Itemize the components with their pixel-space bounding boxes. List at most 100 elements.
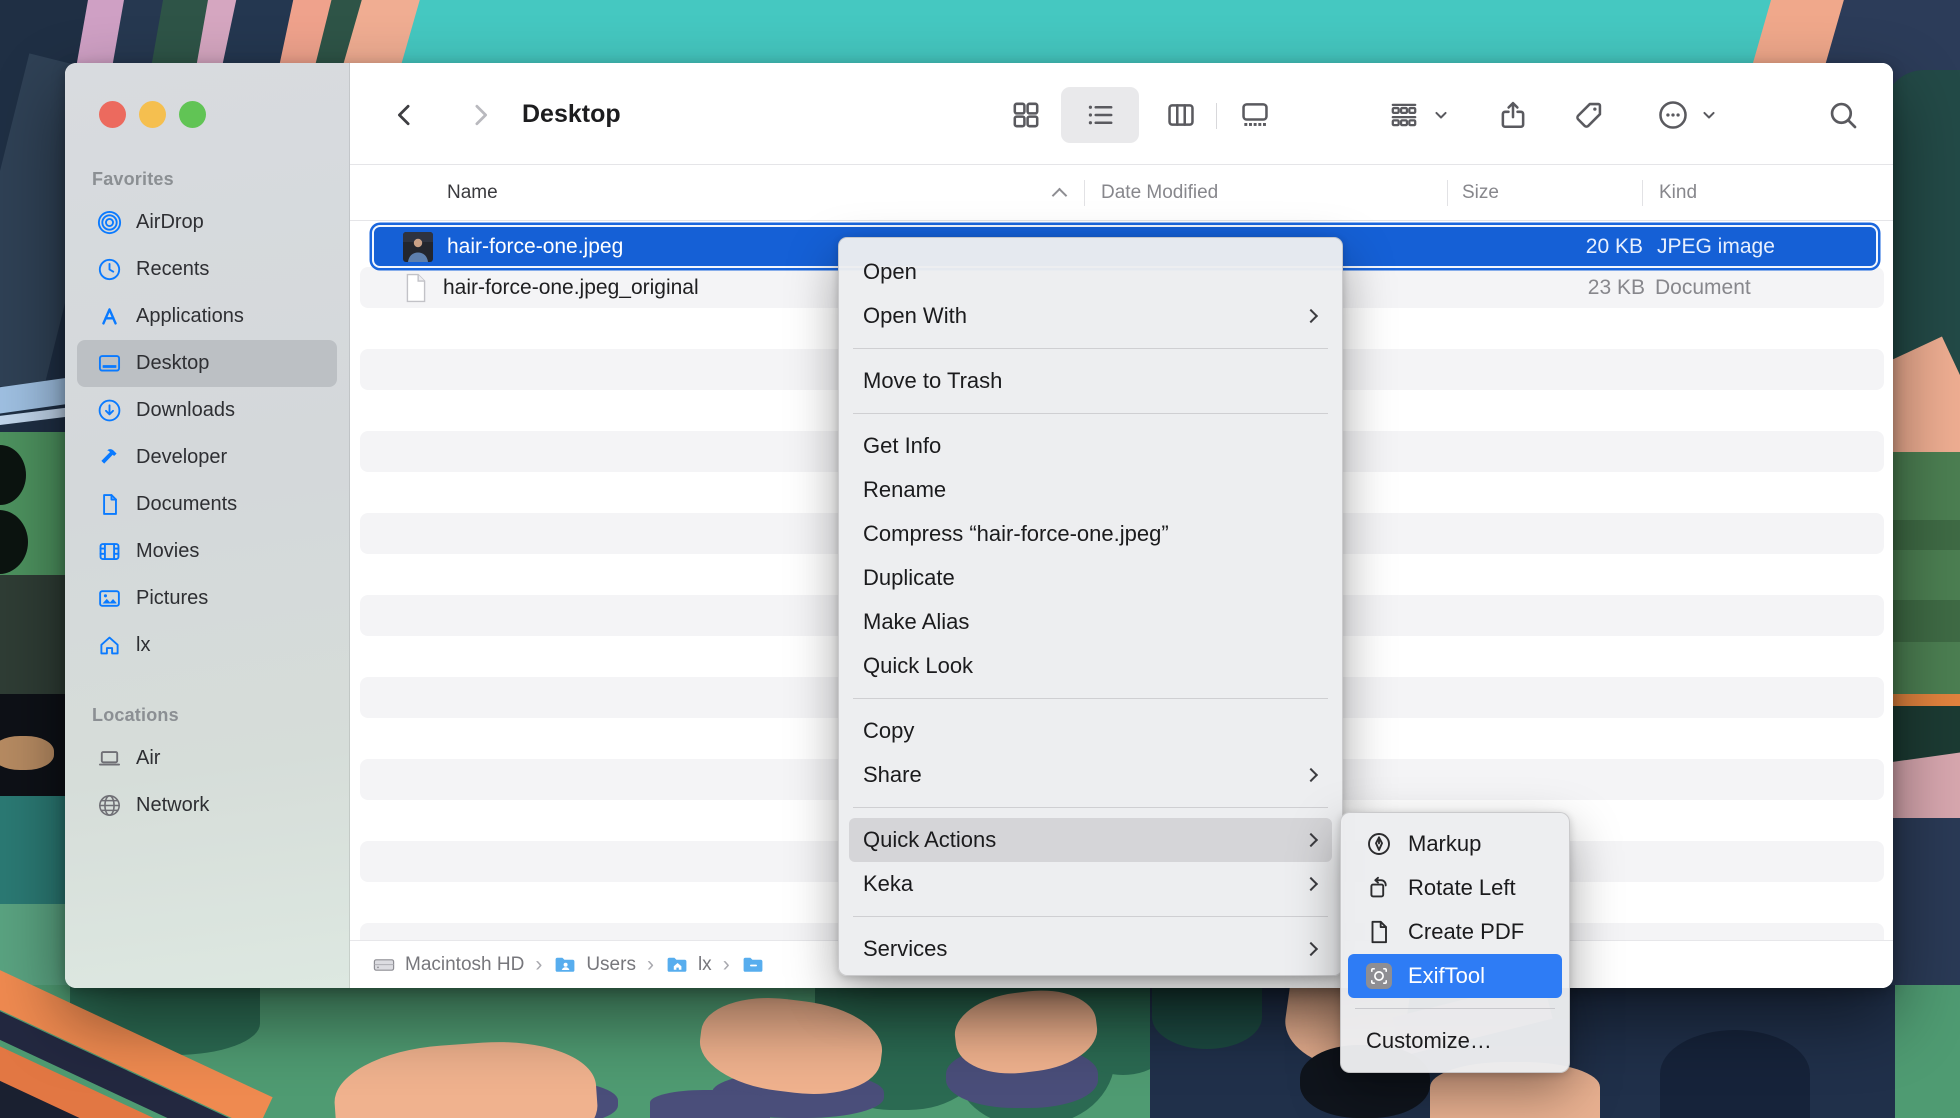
menu-item-open-with[interactable]: Open With <box>839 294 1342 338</box>
share-button[interactable] <box>1488 90 1538 140</box>
group-icon <box>1388 99 1420 131</box>
forward-button[interactable] <box>455 90 505 140</box>
document-file-icon <box>403 273 429 303</box>
menu-item-share[interactable]: Share <box>839 753 1342 797</box>
ellipsis-circle-icon <box>1657 99 1689 131</box>
menu-item-services[interactable]: Services <box>839 927 1342 971</box>
back-button[interactable] <box>380 90 430 140</box>
submenu-item-label: Markup <box>1408 831 1481 857</box>
menu-item-rename[interactable]: Rename <box>839 468 1342 512</box>
submenu-chevron-icon <box>1304 877 1318 891</box>
sidebar-section-favorites: Favorites <box>65 159 349 199</box>
search-button[interactable] <box>1818 90 1868 140</box>
menu-item-compress[interactable]: Compress “hair-force-one.jpeg” <box>839 512 1342 556</box>
sidebar-list: Favorites AirDrop Recents Applications D… <box>65 159 349 829</box>
sidebar-item-recents[interactable]: Recents <box>77 246 337 293</box>
column-header-name[interactable]: Name <box>447 165 498 221</box>
document-icon <box>97 492 122 517</box>
submenu-item-customize[interactable]: Customize… <box>1341 1019 1569 1063</box>
sidebar-item-label: Applications <box>136 305 244 328</box>
more-actions-chevron[interactable] <box>1691 90 1727 140</box>
file-size: 20 KB <box>1586 235 1643 259</box>
file-kind: JPEG image <box>1657 235 1775 259</box>
submenu-item-label: Customize… <box>1366 1028 1492 1054</box>
menu-item-move-to-trash[interactable]: Move to Trash <box>839 359 1342 403</box>
column-view-button[interactable] <box>1156 90 1206 140</box>
column-divider[interactable] <box>1642 180 1643 206</box>
sidebar-item-network[interactable]: Network <box>77 782 337 829</box>
tag-icon <box>1573 99 1605 131</box>
menu-item-quick-look[interactable]: Quick Look <box>839 644 1342 688</box>
file-kind: Document <box>1655 276 1751 300</box>
file-name: hair-force-one.jpeg_original <box>443 276 699 300</box>
menu-item-duplicate[interactable]: Duplicate <box>839 556 1342 600</box>
menu-item-get-info[interactable]: Get Info <box>839 424 1342 468</box>
zoom-button[interactable] <box>179 101 206 128</box>
menu-item-label: Quick Look <box>863 653 973 679</box>
submenu-item-rotate-left[interactable]: Rotate Left <box>1341 866 1569 910</box>
sidebar-item-label: Air <box>136 747 160 770</box>
downloads-icon <box>97 398 122 423</box>
group-button[interactable] <box>1379 90 1429 140</box>
sidebar-item-developer[interactable]: Developer <box>77 434 337 481</box>
submenu-item-create-pdf[interactable]: Create PDF <box>1341 910 1569 954</box>
menu-item-keka[interactable]: Keka <box>839 862 1342 906</box>
sidebar-item-movies[interactable]: Movies <box>77 528 337 575</box>
column-divider[interactable] <box>1447 180 1448 206</box>
sidebar-item-applications[interactable]: Applications <box>77 293 337 340</box>
search-icon <box>1827 99 1859 131</box>
sort-ascending-icon <box>1052 188 1068 204</box>
breadcrumb-item[interactable]: Users <box>586 954 636 976</box>
desktop-icon <box>97 351 122 376</box>
sidebar-item-label: Network <box>136 794 209 817</box>
column-header-size[interactable]: Size <box>1462 165 1499 221</box>
sidebar-item-lx-home[interactable]: lx <box>77 622 337 669</box>
submenu-chevron-icon <box>1304 942 1318 956</box>
menu-item-label: Compress “hair-force-one.jpeg” <box>863 521 1169 547</box>
column-divider[interactable] <box>1084 180 1085 206</box>
sidebar-item-airdrop[interactable]: AirDrop <box>77 199 337 246</box>
toolbar-divider <box>1216 103 1217 129</box>
menu-item-make-alias[interactable]: Make Alias <box>839 600 1342 644</box>
laptop-icon <box>97 746 122 771</box>
sidebar-item-air[interactable]: Air <box>77 735 337 782</box>
exiftool-icon <box>1366 963 1392 989</box>
chevron-down-icon <box>1699 105 1719 125</box>
breadcrumb-item[interactable]: lx <box>698 954 712 976</box>
column-header-date-modified[interactable]: Date Modified <box>1101 165 1218 221</box>
sidebar-item-documents[interactable]: Documents <box>77 481 337 528</box>
menu-item-label: Duplicate <box>863 565 955 591</box>
gallery-view-icon <box>1239 99 1271 131</box>
submenu-item-exiftool[interactable]: ExifTool <box>1348 954 1562 998</box>
menu-item-copy[interactable]: Copy <box>839 709 1342 753</box>
hard-drive-icon <box>372 953 396 977</box>
breadcrumb-item[interactable]: Macintosh HD <box>405 954 524 976</box>
menu-item-label: Move to Trash <box>863 368 1002 394</box>
submenu-chevron-icon <box>1304 309 1318 323</box>
menu-item-quick-actions[interactable]: Quick Actions <box>849 818 1332 862</box>
menu-item-label: Share <box>863 762 922 788</box>
minimize-button[interactable] <box>139 101 166 128</box>
sidebar-item-pictures[interactable]: Pictures <box>77 575 337 622</box>
sidebar-item-desktop[interactable]: Desktop <box>77 340 337 387</box>
create-pdf-icon <box>1366 919 1392 945</box>
submenu-item-markup[interactable]: Markup <box>1341 822 1569 866</box>
menu-item-open[interactable]: Open <box>839 250 1342 294</box>
chevron-right-icon <box>465 100 495 130</box>
sidebar-item-downloads[interactable]: Downloads <box>77 387 337 434</box>
group-chevron[interactable] <box>1423 90 1459 140</box>
column-view-icon <box>1165 99 1197 131</box>
menu-separator <box>853 348 1328 349</box>
window-controls <box>99 101 206 128</box>
sidebar-item-label: Documents <box>136 493 237 516</box>
tag-button[interactable] <box>1564 90 1614 140</box>
submenu-chevron-icon <box>1304 768 1318 782</box>
share-icon <box>1497 99 1529 131</box>
icon-view-button[interactable] <box>1001 90 1051 140</box>
list-view-button[interactable] <box>1061 87 1139 143</box>
submenu-item-label: Create PDF <box>1408 919 1524 945</box>
column-header-kind[interactable]: Kind <box>1659 165 1697 221</box>
clock-icon <box>97 257 122 282</box>
gallery-view-button[interactable] <box>1230 90 1280 140</box>
close-button[interactable] <box>99 101 126 128</box>
